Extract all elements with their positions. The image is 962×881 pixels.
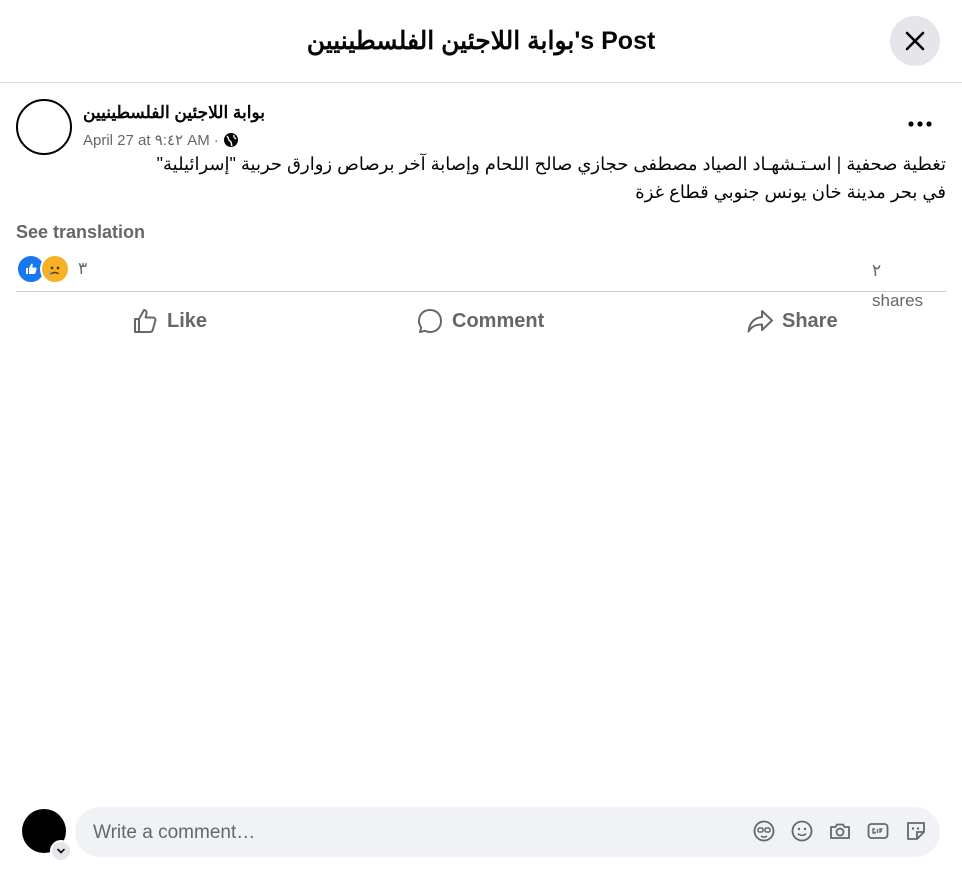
dialog-title: بوابة اللاجئين الفلسطينيين's Post bbox=[306, 27, 656, 55]
composer-icons bbox=[752, 819, 928, 843]
share-label: Share bbox=[782, 309, 838, 332]
reactions-summary[interactable]: ٣ bbox=[16, 254, 87, 284]
avatar-sticker-icon[interactable] bbox=[752, 819, 776, 843]
share-count-value: ٢ bbox=[872, 261, 882, 280]
profile-switch-badge[interactable] bbox=[50, 840, 72, 862]
comment-button[interactable]: Comment bbox=[416, 302, 544, 340]
avatar[interactable] bbox=[16, 99, 72, 155]
chevron-down-icon bbox=[57, 848, 65, 854]
post-text: تغطية صحفية | اسـتـشهـاد الصياد مصطفى حج… bbox=[16, 150, 946, 206]
comment-icon bbox=[418, 309, 442, 333]
post-meta: April 27 at ٩:٤٢ AM · bbox=[83, 131, 239, 149]
post-text-line: في بحر مدينة خان يونس جنوبي قطاع غزة bbox=[635, 182, 946, 202]
shares-count[interactable]: ٢ shares bbox=[872, 256, 952, 316]
close-button[interactable] bbox=[890, 16, 940, 66]
sticker-icon[interactable] bbox=[904, 819, 928, 843]
comment-composer bbox=[75, 807, 940, 859]
dialog-header: بوابة اللاجئين الفلسطينيين's Post bbox=[0, 0, 962, 83]
see-translation-link[interactable]: See translation bbox=[16, 222, 145, 243]
page-name-link[interactable]: بوابة اللاجئين الفلسطينيين bbox=[83, 103, 265, 123]
share-icon bbox=[747, 310, 773, 333]
more-options-button[interactable] bbox=[900, 108, 940, 140]
reaction-count: ٣ bbox=[78, 259, 88, 278]
meta-separator: · bbox=[213, 131, 219, 149]
share-button[interactable]: Share bbox=[746, 302, 838, 340]
globe-icon bbox=[223, 133, 238, 147]
more-icon bbox=[908, 121, 932, 127]
like-icon bbox=[134, 309, 157, 333]
action-divider bbox=[16, 291, 946, 292]
like-button[interactable]: Like bbox=[131, 302, 207, 340]
comment-label: Comment bbox=[452, 309, 545, 332]
emoji-icon[interactable] bbox=[790, 819, 814, 843]
comment-input[interactable] bbox=[91, 807, 725, 859]
post-timestamp[interactable]: April 27 at ٩:٤٢ AM bbox=[83, 131, 210, 149]
sad-reaction-icon bbox=[40, 254, 70, 284]
post-text-line: تغطية صحفية | اسـتـشهـاد الصياد مصطفى حج… bbox=[156, 154, 946, 174]
camera-icon[interactable] bbox=[828, 819, 852, 843]
like-label: Like bbox=[167, 309, 208, 332]
gif-icon[interactable] bbox=[866, 819, 890, 843]
close-icon bbox=[905, 31, 925, 51]
